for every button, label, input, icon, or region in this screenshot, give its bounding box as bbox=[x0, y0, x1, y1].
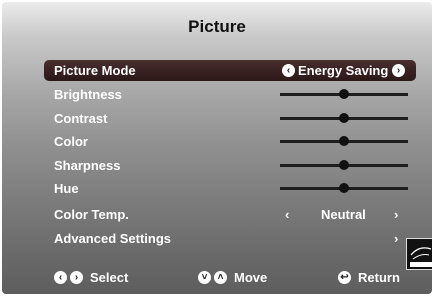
color-temp-label: Color Temp. bbox=[54, 207, 129, 222]
menu-row-color[interactable]: Color bbox=[44, 131, 416, 152]
brightness-label: Brightness bbox=[54, 87, 122, 102]
picture-mode-label: Picture Mode bbox=[54, 63, 136, 78]
contrast-label: Contrast bbox=[54, 111, 108, 126]
menu-row-picture-mode[interactable]: Picture Mode ‹ Energy Saving › bbox=[44, 60, 416, 81]
chevron-right-icon[interactable]: › bbox=[392, 64, 405, 77]
brightness-slider-knob[interactable] bbox=[339, 89, 349, 99]
contrast-slider[interactable] bbox=[280, 113, 408, 123]
menu-title: Picture bbox=[188, 17, 246, 36]
hue-slider-knob[interactable] bbox=[339, 183, 349, 193]
menu-row-advanced-settings[interactable]: Advanced Settings › bbox=[44, 228, 416, 249]
menu-row-color-temp[interactable]: Color Temp. ‹ Neutral › bbox=[44, 204, 416, 225]
menu-row-brightness[interactable]: Brightness bbox=[44, 84, 416, 105]
footer-move-label: Move bbox=[234, 270, 268, 285]
advanced-settings-label: Advanced Settings bbox=[54, 231, 172, 246]
chevron-right-icon: › bbox=[70, 271, 83, 284]
chevron-up-icon: ˄ bbox=[214, 271, 227, 284]
color-slider[interactable] bbox=[280, 136, 408, 146]
energy-star-logo bbox=[406, 238, 432, 270]
picture-mode-value: Energy Saving bbox=[298, 63, 389, 78]
sharpness-slider[interactable] bbox=[280, 160, 408, 170]
menu-row-contrast[interactable]: Contrast bbox=[44, 108, 416, 129]
footer-return-label: Return bbox=[358, 270, 400, 285]
chevron-right-icon[interactable]: › bbox=[394, 231, 398, 246]
sharpness-label: Sharpness bbox=[54, 158, 121, 173]
color-label: Color bbox=[54, 134, 88, 149]
footer-select-label: Select bbox=[90, 270, 129, 285]
chevron-left-icon: ‹ bbox=[54, 271, 67, 284]
menu-row-hue[interactable]: Hue bbox=[44, 178, 416, 199]
brightness-slider[interactable] bbox=[280, 89, 408, 99]
chevron-left-icon[interactable]: ‹ bbox=[285, 207, 289, 222]
hue-label: Hue bbox=[54, 181, 79, 196]
contrast-slider-knob[interactable] bbox=[339, 113, 349, 123]
color-temp-value: Neutral bbox=[321, 207, 366, 222]
chevron-right-icon[interactable]: › bbox=[394, 207, 398, 222]
chevron-left-icon[interactable]: ‹ bbox=[282, 64, 295, 77]
menu-row-sharpness[interactable]: Sharpness bbox=[44, 155, 416, 176]
color-slider-knob[interactable] bbox=[339, 136, 349, 146]
hue-slider[interactable] bbox=[280, 183, 408, 193]
sharpness-slider-knob[interactable] bbox=[339, 160, 349, 170]
return-icon: ↩ bbox=[338, 271, 351, 284]
chevron-down-icon: ˅ bbox=[198, 271, 211, 284]
picture-menu-panel: Picture Picture Mode ‹ Energy Saving › B… bbox=[2, 2, 432, 294]
